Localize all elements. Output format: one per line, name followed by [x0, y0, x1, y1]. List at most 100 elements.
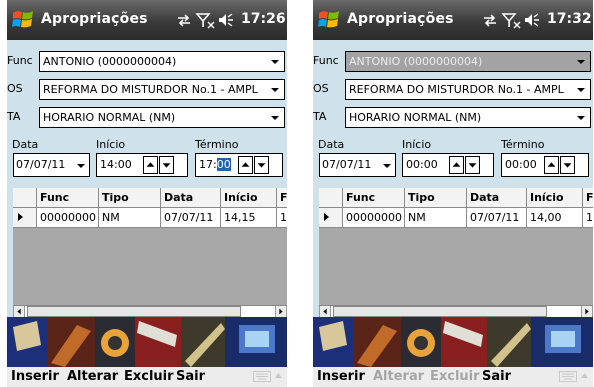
os-label: OS	[7, 82, 23, 95]
menu-excluir[interactable]: Excluir	[124, 369, 174, 384]
scroll-right-icon[interactable]	[275, 306, 287, 317]
column-header-data[interactable]: Data	[467, 188, 527, 208]
grid-header-row: Func Tipo Data Início Fi	[13, 188, 287, 208]
chevron-down-icon	[271, 116, 279, 120]
cell-fim[interactable]: 1	[583, 208, 593, 228]
menu-inserir[interactable]: Inserir	[317, 369, 365, 384]
column-header-tipo[interactable]: Tipo	[405, 188, 467, 208]
os-select[interactable]: REFORMA DO MISTURDOR No.1 - AMPL	[345, 79, 591, 100]
chevron-down-icon	[77, 164, 85, 168]
spin-down-icon[interactable]	[560, 156, 575, 174]
cell-tipo[interactable]: NM	[99, 208, 161, 228]
date-picker[interactable]: 07/07/11	[13, 153, 90, 177]
termino-time[interactable]: 17:00	[195, 153, 283, 177]
ta-value: HORARIO NORMAL (NM)	[43, 111, 176, 124]
chevron-down-icon	[577, 88, 585, 92]
cell-func[interactable]: 00000000	[37, 208, 99, 228]
scroll-right-icon[interactable]	[581, 306, 593, 317]
chevron-down-icon	[383, 164, 391, 168]
row-selector[interactable]	[319, 208, 343, 228]
date-picker[interactable]: 07/07/11	[319, 153, 396, 177]
termino-hours: 17:	[199, 158, 217, 171]
keyboard-icon[interactable]	[253, 371, 271, 382]
title-bar: Apropriações 17:32	[313, 0, 593, 40]
keyboard-icon[interactable]	[559, 371, 577, 382]
status-icons[interactable]	[481, 10, 547, 30]
termino-time[interactable]: 00:00	[501, 153, 589, 177]
spin-down-icon[interactable]	[254, 156, 269, 174]
volume-icon	[525, 13, 539, 27]
column-header-data[interactable]: Data	[161, 188, 221, 208]
ta-label: TA	[7, 110, 21, 123]
scroll-left-icon[interactable]	[319, 306, 331, 317]
cell-tipo[interactable]: NM	[405, 208, 467, 228]
spin-up-icon[interactable]	[238, 156, 253, 174]
cell-fim[interactable]: 17	[277, 208, 287, 228]
chevron-down-icon	[271, 88, 279, 92]
scroll-thumb[interactable]	[27, 306, 241, 317]
spin-up-icon[interactable]	[449, 156, 464, 174]
chevron-down-icon	[572, 52, 590, 71]
column-header-tipo[interactable]: Tipo	[99, 188, 161, 208]
status-icons[interactable]	[175, 10, 241, 30]
ta-select[interactable]: HORARIO NORMAL (NM)	[39, 107, 285, 128]
menu-inserir[interactable]: Inserir	[11, 369, 59, 384]
column-header-fim[interactable]: F	[583, 188, 593, 208]
chevron-up-icon[interactable]	[274, 371, 283, 380]
row-selector[interactable]	[13, 208, 37, 228]
menu-sair[interactable]: Sair	[176, 369, 205, 384]
spin-up-icon[interactable]	[544, 156, 559, 174]
inicio-time[interactable]: 00:00	[402, 153, 494, 177]
termino-label: Término	[195, 138, 239, 151]
menu-excluir[interactable]: Excluir	[430, 369, 480, 384]
cell-inicio[interactable]: 14,15	[221, 208, 277, 228]
data-label: Data	[318, 138, 345, 151]
connectivity-icon	[484, 14, 496, 27]
cell-func[interactable]: 00000000	[343, 208, 405, 228]
os-select[interactable]: REFORMA DO MISTURDOR No.1 - AMPL	[39, 79, 285, 100]
column-header-inicio[interactable]: Início	[527, 188, 583, 208]
column-header-inicio[interactable]: Início	[221, 188, 277, 208]
cell-data[interactable]: 07/07/11	[161, 208, 221, 228]
spin-up-icon[interactable]	[143, 156, 158, 174]
data-grid[interactable]: Func Tipo Data Início Fi 00000000 NM 07/…	[13, 188, 287, 305]
ta-label: TA	[313, 110, 327, 123]
column-header-func[interactable]: Func	[343, 188, 405, 208]
inicio-time[interactable]: 14:00	[96, 153, 188, 177]
column-header-func[interactable]: Func	[37, 188, 99, 208]
cell-data[interactable]: 07/07/11	[467, 208, 527, 228]
cell-inicio[interactable]: 14,00	[527, 208, 583, 228]
menu-sair[interactable]: Sair	[482, 369, 511, 384]
ta-select[interactable]: HORARIO NORMAL (NM)	[345, 107, 591, 128]
row-pointer-icon	[18, 213, 23, 221]
spin-down-icon[interactable]	[465, 156, 480, 174]
os-value: REFORMA DO MISTURDOR No.1 - AMPL	[349, 83, 564, 96]
inicio-value: 00:00	[406, 158, 438, 171]
app-title: Apropriações	[347, 11, 454, 27]
horizontal-scrollbar[interactable]	[319, 305, 593, 317]
func-select[interactable]: ANTONIO (0000000004)	[39, 51, 285, 72]
windows-start-icon[interactable]	[317, 9, 341, 31]
os-value: REFORMA DO MISTURDOR No.1 - AMPL	[43, 83, 258, 96]
column-header-fim[interactable]: Fi	[277, 188, 287, 208]
func-select[interactable]: ANTONIO (0000000004)	[345, 51, 591, 72]
data-grid[interactable]: Func Tipo Data Início F 00000000 NM 07/0…	[319, 188, 593, 305]
chevron-down-icon	[271, 60, 279, 64]
menu-alterar[interactable]: Alterar	[67, 369, 118, 384]
table-row[interactable]: 00000000 NM 07/07/11 14,00 1	[319, 208, 593, 228]
device-screen-1: Apropriações 17:26 Func ANTONIO (0000000…	[7, 0, 287, 387]
chevron-up-icon[interactable]	[580, 371, 589, 380]
scroll-thumb[interactable]	[333, 306, 547, 317]
inicio-label: Início	[402, 138, 432, 151]
spin-down-icon[interactable]	[159, 156, 174, 174]
windows-start-icon[interactable]	[11, 9, 35, 31]
menu-bar: Inserir Alterar Excluir Sair	[313, 367, 593, 387]
table-row[interactable]: 00000000 NM 07/07/11 14,15 17	[13, 208, 287, 228]
app-title: Apropriações	[41, 11, 148, 27]
horizontal-scrollbar[interactable]	[13, 305, 287, 317]
menu-alterar[interactable]: Alterar	[373, 369, 424, 384]
scroll-left-icon[interactable]	[13, 306, 25, 317]
func-label: Func	[313, 54, 339, 67]
row-header-corner	[13, 188, 37, 208]
chevron-down-icon	[577, 116, 585, 120]
